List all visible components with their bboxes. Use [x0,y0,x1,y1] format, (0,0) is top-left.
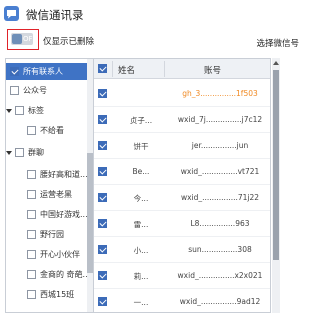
tree-item-chat[interactable]: 中国好游戏... [6,206,89,223]
tree-item-chat[interactable]: 腰好高和道... [6,166,89,183]
tree-item-label: 公众号 [23,86,47,95]
tree-item-tag-hidden[interactable]: 不给看 [6,122,89,139]
show-deleted-toggle[interactable]: OFF [11,33,37,45]
contact-account: jer...............jun [191,141,249,150]
table-row[interactable]: 雷... L8...............963 [94,211,270,237]
checkbox[interactable] [10,86,19,95]
scrollbar-thumb[interactable] [273,70,279,260]
contact-account: L8...............963 [190,219,250,228]
contact-account: wxid_...............vt721 [180,167,260,176]
tree-item-label: 中国好游戏... [40,210,88,219]
contact-name: 小... [133,246,149,255]
column-header-account[interactable]: 账号 [204,64,221,76]
checkbox[interactable] [27,126,36,135]
select-all-checkbox[interactable] [98,64,107,73]
show-deleted-label: 仅显示已删除 [43,37,95,47]
scroll-up-arrow-icon[interactable] [273,61,279,65]
tree-item-label: 所有联系人 [23,67,63,76]
select-wechat-label[interactable]: 选择微信号 [256,37,299,49]
checkbox[interactable] [27,270,36,279]
contact-name: 贞子... [129,116,153,125]
tree-item-group-chats[interactable]: 群聊 [6,144,89,161]
expand-arrow-icon[interactable] [6,108,12,113]
title-bar: 微信通讯录 [0,0,287,27]
row-checkbox[interactable] [98,193,107,202]
tree-item-all-contacts[interactable]: 所有联系人 [6,63,89,80]
contact-name: 饼干 [133,142,149,151]
expand-arrow-icon[interactable] [6,150,12,155]
tree-item-chat[interactable]: 金商的 奇葩... [6,266,89,283]
checkbox[interactable] [10,67,19,76]
toggle-highlight-box: OFF [7,29,39,50]
checkbox[interactable] [27,210,36,219]
tree-item-tags[interactable]: 标签 [6,102,89,119]
tree-item-label: 西城15班 [40,290,75,299]
table-row[interactable]: Be... wxid_...............vt721 [94,159,270,185]
toggle-knob[interactable] [12,34,22,44]
contact-account: sun...............308 [188,245,252,254]
row-checkbox[interactable] [98,245,107,254]
tree-item-label: 腰好高和道... [40,170,88,179]
row-checkbox[interactable] [98,297,107,306]
contact-account: wxid_...............x2x021 [177,271,263,280]
contact-table-scrollbar[interactable] [272,58,280,313]
checkbox[interactable] [27,250,36,259]
contact-account: wxid_...............9ad12 [179,297,261,306]
contact-table: 姓名 账号 gh_3...............1f503 贞子... wxi… [93,58,271,313]
contact-name: Be... [132,167,150,176]
contact-account: wxid_...............71j22 [180,193,260,202]
row-checkbox[interactable] [98,271,107,280]
tree-item-chat[interactable]: 野行园 [6,226,89,243]
tree-item-label: 野行园 [40,230,64,239]
tree-item-chat[interactable]: 西城15班 [6,286,89,303]
checkbox[interactable] [15,106,24,115]
column-header-name[interactable]: 姓名 [118,64,135,76]
row-checkbox[interactable] [98,141,107,150]
tree-item-label: 金商的 奇葩... [40,270,89,279]
tree-item-chat[interactable]: 开心小伙伴 [6,246,89,263]
checkbox[interactable] [15,148,24,157]
checkbox[interactable] [27,290,36,299]
tree-item-label: 开心小伙伴 [40,250,80,259]
tree-item-label: 群聊 [28,148,44,157]
toggle-state-text: OFF [23,35,37,43]
row-checkbox[interactable] [98,115,107,124]
table-row[interactable]: 饼干 jer...............jun [94,133,270,159]
table-header: 姓名 账号 [94,59,270,79]
checkbox[interactable] [27,190,36,199]
table-row[interactable]: 一... wxid_...............9ad12 [94,289,270,312]
table-row[interactable]: 贞子... wxid_7j...............j7c12 [94,107,270,133]
tree-item-label: 运营老黑 [40,190,72,199]
group-tree-panel: 所有联系人 公众号 标签 不给看 群聊 腰好高和道... 运营老黑 中国好游戏.… [5,58,94,313]
header-divider [164,61,165,77]
row-checkbox[interactable] [98,89,107,98]
checkbox[interactable] [27,170,36,179]
tree-item-label: 标签 [28,106,44,115]
contact-account: gh_3...............1f503 [182,89,258,98]
contact-name: 一... [133,298,149,307]
header-divider [112,61,113,77]
contact-name: 雷... [133,220,149,229]
table-row[interactable]: 莉... wxid_...............x2x021 [94,263,270,289]
app-logo-icon [4,6,19,21]
tree-item-official-accounts[interactable]: 公众号 [6,82,89,99]
row-checkbox[interactable] [98,219,107,228]
contact-account: wxid_7j...............j7c12 [177,115,263,124]
contact-name: 莉... [133,272,149,281]
tree-item-chat[interactable]: 运营老黑 [6,186,89,203]
tree-item-label: 不给看 [40,126,64,135]
table-row[interactable]: 小... sun...............308 [94,237,270,263]
window-title: 微信通讯录 [26,8,84,22]
table-row[interactable]: 今... wxid_...............71j22 [94,185,270,211]
row-checkbox[interactable] [98,167,107,176]
table-row[interactable]: gh_3...............1f503 [94,81,270,107]
checkbox[interactable] [27,230,36,239]
contact-name: 今... [133,194,149,203]
